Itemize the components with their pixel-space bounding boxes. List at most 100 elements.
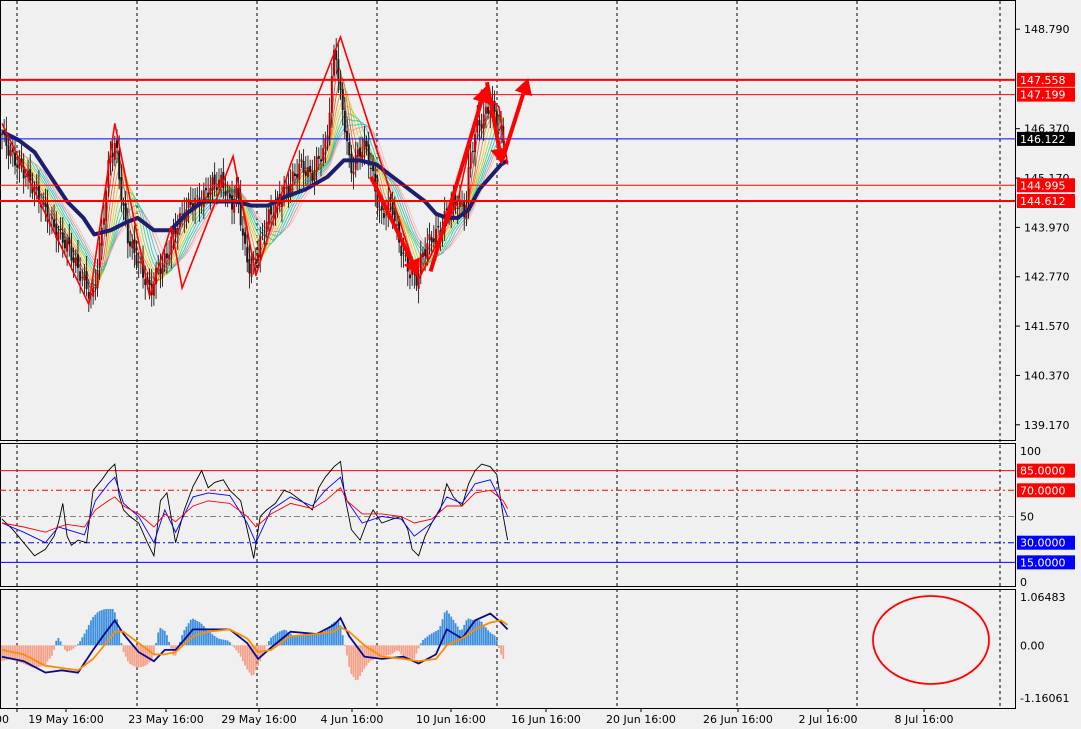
macd-histogram-bar: [437, 630, 440, 646]
candle-body: [317, 155, 320, 159]
candle-body: [35, 187, 38, 190]
price-tick-label: 139.170: [1024, 419, 1070, 432]
x-tick-label: 29 May 16:00: [221, 713, 296, 726]
candle-body: [382, 213, 385, 219]
macd-histogram-bar: [272, 635, 275, 646]
macd-histogram-bar: [383, 645, 385, 656]
macd-histogram-bar: [489, 632, 492, 646]
macd-histogram-bar: [311, 633, 314, 646]
candle-body: [44, 202, 47, 207]
candle-body: [285, 187, 288, 189]
macd-histogram-bar: [94, 614, 97, 646]
level-label-text: 30.0000: [1020, 537, 1066, 550]
level-label-text: 144.995: [1020, 179, 1066, 192]
macd-histogram-bar: [354, 645, 357, 681]
candle-body: [346, 131, 349, 141]
macd-histogram-bar: [474, 620, 476, 646]
macd-histogram-bar: [426, 636, 429, 646]
candle-body: [484, 106, 487, 114]
candle-body: [7, 145, 10, 156]
macd-histogram-bar: [66, 645, 68, 652]
candle-body: [161, 262, 164, 275]
candle-body: [306, 167, 309, 178]
candle-body: [118, 150, 121, 180]
macd-histogram-bar: [163, 630, 166, 646]
macd-histogram-bar: [81, 637, 84, 646]
macd-histogram-bar: [257, 645, 259, 666]
candle-body: [102, 218, 105, 225]
candle-body: [96, 270, 99, 289]
macd-histogram-bar: [435, 631, 437, 646]
macd-histogram-bar: [113, 612, 116, 646]
macd-histogram-bar: [196, 620, 199, 646]
candle-body: [254, 261, 257, 264]
candle-body: [356, 149, 359, 158]
macd-histogram-bar: [298, 635, 301, 646]
macd-histogram-bar: [485, 627, 487, 646]
candle-body: [293, 173, 296, 176]
candle-body: [304, 171, 307, 176]
macd-histogram-bar: [241, 645, 244, 662]
candle-body: [474, 133, 477, 153]
candle-body: [361, 151, 364, 159]
macd-histogram-bar: [491, 633, 494, 646]
candle-body: [165, 253, 168, 259]
macd-histogram-bar: [85, 629, 88, 646]
macd-histogram-bar: [161, 629, 164, 646]
candle-body: [16, 164, 19, 168]
macd-histogram-bar: [103, 609, 105, 646]
macd-histogram-bar: [111, 609, 114, 646]
macd-histogram-bar: [313, 633, 316, 646]
price-level-label: 147.199: [1017, 87, 1075, 102]
macd-histogram-bar: [391, 645, 394, 654]
macd-histogram-bar: [259, 645, 262, 662]
macd-histogram-bar: [443, 612, 446, 646]
candle-body: [209, 187, 212, 195]
macd-histogram-bar: [33, 645, 36, 668]
macd-histogram-bar: [55, 640, 58, 646]
macd-histogram-bar: [413, 645, 416, 659]
candle-body: [341, 89, 344, 111]
candle-body: [11, 149, 14, 152]
price-level-label: 147.558: [1017, 72, 1075, 87]
candle-body: [309, 165, 312, 173]
x-tick-label: 20 Jun 16:00: [606, 713, 676, 726]
candle-body: [380, 206, 383, 211]
candle-body: [228, 193, 231, 199]
osc-level-label: 30.0000: [1017, 535, 1075, 550]
candle-body: [487, 107, 490, 114]
macd-histogram-bar: [432, 632, 435, 646]
macd-histogram-bar: [380, 645, 383, 657]
candle-body: [159, 268, 162, 275]
candle-body: [265, 221, 268, 232]
macd-histogram-bar: [64, 645, 66, 650]
macd-histogram-bar: [317, 633, 320, 646]
candle-body: [248, 259, 251, 274]
candle-body: [63, 239, 66, 249]
macd-histogram-bar: [294, 636, 296, 646]
candle-body: [220, 174, 223, 183]
candle-body: [469, 152, 472, 169]
candle-body: [98, 242, 101, 267]
macd-histogram-bar: [72, 645, 75, 649]
macd-histogram-bar: [476, 620, 479, 646]
trading-chart: 148.790146.370145.170143.970142.770141.5…: [0, 0, 1081, 729]
candle-body: [400, 245, 403, 257]
candle-body: [137, 261, 140, 264]
candle-body: [348, 142, 351, 156]
candle-body: [287, 184, 290, 194]
candle-body: [296, 174, 299, 178]
candle-body: [135, 254, 138, 266]
candle-body: [430, 237, 433, 242]
candle-body: [70, 247, 73, 261]
candle-body: [139, 261, 142, 263]
macd-histogram-bar: [213, 635, 216, 646]
macd-histogram-bar: [352, 645, 355, 678]
candle-body: [257, 254, 260, 261]
macd-histogram-bar: [350, 645, 353, 675]
macd-histogram-bar: [159, 627, 162, 646]
macd-histogram-bar: [218, 638, 220, 646]
macd-histogram-bar: [417, 645, 420, 649]
candle-body: [480, 124, 483, 129]
macd-histogram-bar: [500, 645, 502, 655]
